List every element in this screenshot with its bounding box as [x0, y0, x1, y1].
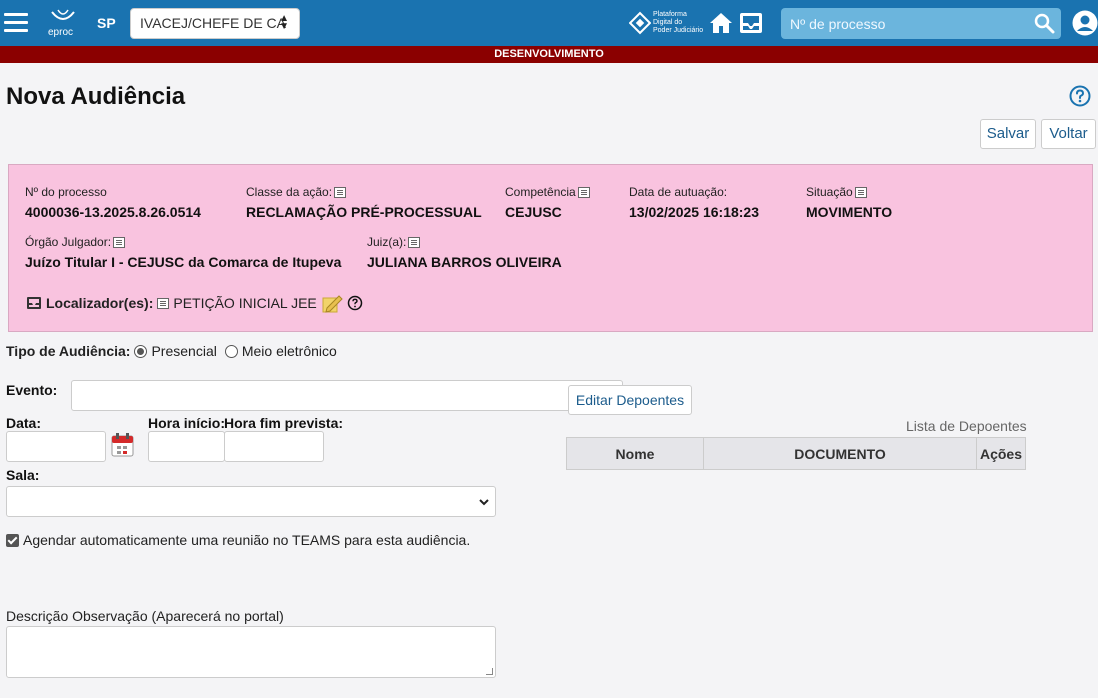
- numero-label: Nº do processo: [25, 185, 107, 199]
- eproc-logo[interactable]: eproc: [48, 8, 78, 38]
- classe-value: RECLAMAÇÃO PRÉ-PROCESSUAL: [246, 204, 482, 220]
- localizador-row: Localizador(es): PETIÇÃO INICIAL JEE: [26, 292, 363, 314]
- lista-depoentes-caption: Lista de Depoentes: [906, 418, 1027, 434]
- situacao-label-row: Situação: [806, 185, 892, 199]
- classe-field: Classe da ação: RECLAMAÇÃO PRÉ-PROCESSUA…: [246, 185, 482, 220]
- sala-label: Sala:: [6, 467, 40, 483]
- document-icon[interactable]: [157, 297, 170, 309]
- page-title: Nova Audiência: [6, 83, 186, 110]
- competencia-field: Competência CEJUSC: [505, 185, 590, 220]
- pdpj-line: Poder Judiciário: [653, 27, 704, 34]
- situacao-field: Situação MOVIMENTO: [806, 185, 892, 220]
- logo-text: eproc: [48, 27, 74, 38]
- numero-value: 4000036-13.2025.8.26.0514: [25, 204, 201, 220]
- edit-note-icon[interactable]: [321, 292, 343, 314]
- calendar-icon[interactable]: [111, 433, 134, 457]
- editar-depoentes-button[interactable]: Editar Depoentes: [568, 385, 692, 415]
- sala-select[interactable]: [6, 486, 496, 517]
- state-label: SP: [97, 15, 116, 31]
- help-icon[interactable]: [347, 295, 363, 311]
- data-autuacao-label: Data de autuação:: [629, 185, 728, 199]
- inbox-icon: [27, 297, 41, 309]
- competencia-label: Competência: [505, 185, 576, 199]
- select-arrows-icon: ▲ ▼: [279, 13, 289, 32]
- column-header-acoes[interactable]: Ações: [977, 438, 1025, 469]
- juiz-value: JULIANA BARROS OLIVEIRA: [367, 254, 562, 270]
- pdpj-line: Digital do: [653, 19, 683, 26]
- localizador-label: Localizador(es):: [46, 295, 154, 311]
- hora-inicio-label: Hora início:: [148, 415, 226, 431]
- top-navbar: eproc SP IVACEJ/CHEFE DE CA ▲ ▼ Plataform…: [0, 0, 1098, 46]
- radio-meio-eletronico-label[interactable]: Meio eletrônico: [242, 343, 337, 359]
- pdpj-line: Plataforma: [653, 11, 687, 18]
- numero-field: Nº do processo 4000036-13.2025.8.26.0514: [25, 185, 201, 220]
- document-icon[interactable]: [577, 186, 590, 198]
- menu-icon[interactable]: [4, 13, 28, 33]
- hora-fim-input[interactable]: [224, 431, 324, 462]
- help-icon[interactable]: [1069, 85, 1091, 107]
- radio-presencial[interactable]: [134, 344, 148, 358]
- data-label: Data:: [6, 415, 42, 431]
- data-autuacao-field: Data de autuação: 13/02/2025 16:18:23: [629, 185, 759, 220]
- pdpj-logo[interactable]: Plataforma Digital do Poder Judiciário: [628, 10, 707, 38]
- document-icon[interactable]: [854, 186, 867, 198]
- classe-label: Classe da ação:: [246, 185, 333, 199]
- chevron-down-icon: [479, 499, 489, 506]
- unit-select[interactable]: IVACEJ/CHEFE DE CA ▲ ▼: [130, 8, 300, 39]
- juiz-label: Juiz(a):: [367, 235, 407, 249]
- tipo-audiencia-row: Tipo de Audiência: Presencial Meio eletr…: [6, 343, 337, 359]
- back-button[interactable]: Voltar: [1041, 119, 1096, 149]
- column-header-documento[interactable]: DOCUMENTO: [704, 438, 977, 469]
- document-icon[interactable]: [113, 236, 126, 248]
- document-icon[interactable]: [334, 186, 347, 198]
- orgao-label: Órgão Julgador:: [25, 235, 112, 249]
- inbox-icon[interactable]: [738, 11, 764, 35]
- evento-input[interactable]: [71, 380, 623, 411]
- environment-banner: DESENVOLVIMENTO: [0, 46, 1098, 63]
- teams-checkbox-label[interactable]: Agendar automaticamente uma reunião no T…: [23, 532, 470, 548]
- process-search-input[interactable]: [781, 8, 1021, 39]
- column-header-nome[interactable]: Nome: [567, 438, 704, 469]
- depoentes-table-header: Nome DOCUMENTO Ações: [566, 437, 1026, 470]
- orgao-value: Juízo Titular I - CEJUSC da Comarca de I…: [25, 254, 342, 270]
- search-icon[interactable]: [1033, 12, 1055, 34]
- radio-meio-eletronico[interactable]: [224, 344, 238, 358]
- teams-checkbox-row: Agendar automaticamente uma reunião no T…: [6, 532, 470, 548]
- process-info-panel: Nº do processo 4000036-13.2025.8.26.0514…: [8, 164, 1093, 332]
- data-autuacao-value: 13/02/2025 16:18:23: [629, 204, 759, 220]
- descricao-label: Descrição Observação (Aparecerá no porta…: [6, 608, 284, 624]
- data-input[interactable]: [6, 431, 106, 462]
- classe-label-row: Classe da ação:: [246, 185, 482, 199]
- juiz-field: Juiz(a): JULIANA BARROS OLIVEIRA: [367, 235, 562, 270]
- situacao-label: Situação: [806, 185, 853, 199]
- localizador-value: PETIÇÃO INICIAL JEE: [173, 295, 317, 311]
- hora-inicio-input[interactable]: [148, 431, 225, 462]
- evento-label: Evento:: [6, 382, 58, 398]
- home-icon[interactable]: [708, 10, 734, 36]
- teams-checkbox[interactable]: [6, 533, 19, 547]
- hora-fim-label: Hora fim prevista:: [224, 415, 344, 431]
- save-button[interactable]: Salvar: [980, 119, 1036, 149]
- unit-select-value: IVACEJ/CHEFE DE CA: [140, 15, 286, 31]
- document-icon[interactable]: [408, 236, 421, 248]
- user-icon[interactable]: [1072, 10, 1098, 36]
- orgao-field: Órgão Julgador: Juízo Titular I - CEJUSC…: [25, 235, 341, 270]
- juiz-label-row: Juiz(a):: [367, 235, 562, 249]
- pdpj-icon: [628, 11, 652, 35]
- competencia-label-row: Competência: [505, 185, 590, 199]
- situacao-value: MOVIMENTO: [806, 204, 893, 220]
- pdpj-text: Plataforma Digital do Poder Judiciário: [653, 11, 703, 35]
- process-search: [781, 8, 1061, 39]
- radio-presencial-label[interactable]: Presencial: [151, 343, 216, 359]
- descricao-textarea[interactable]: [6, 626, 496, 678]
- tipo-audiencia-label: Tipo de Audiência:: [6, 343, 131, 359]
- competencia-value: CEJUSC: [505, 204, 562, 220]
- orgao-label-row: Órgão Julgador:: [25, 235, 341, 249]
